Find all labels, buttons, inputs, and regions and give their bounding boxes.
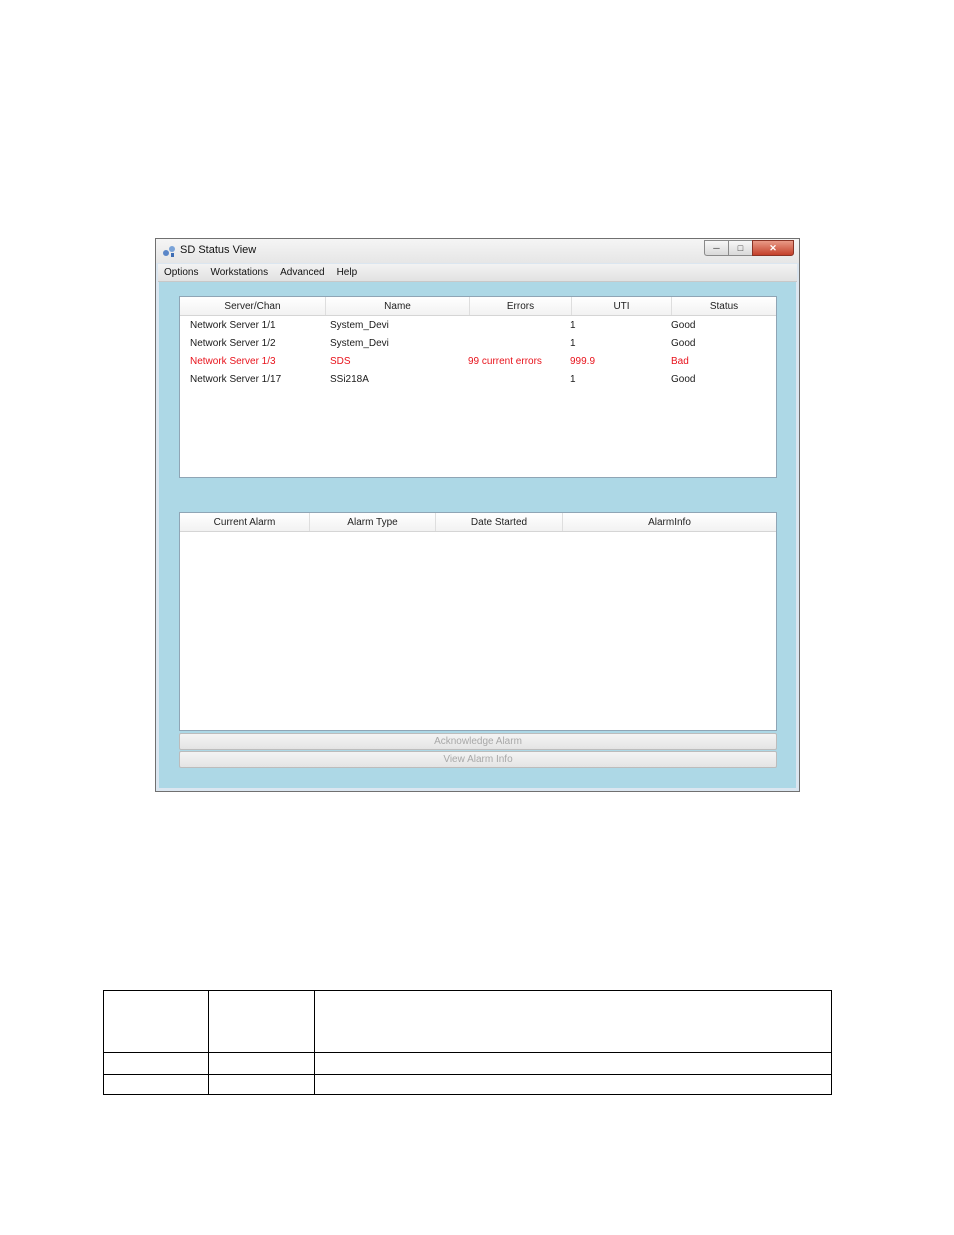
- menu-help[interactable]: Help: [331, 267, 364, 278]
- server-row[interactable]: Network Server 1/17 SSi218A 1 Good: [180, 370, 776, 388]
- column-header-server-chan[interactable]: Server/Chan: [180, 297, 326, 315]
- table-cell: [103, 990, 209, 1053]
- server-row-error[interactable]: Network Server 1/3 SDS 99 current errors…: [180, 352, 776, 370]
- table-cell: [208, 1051, 315, 1075]
- column-header-current-alarm[interactable]: Current Alarm: [180, 513, 310, 531]
- server-list-header: Server/Chan Name Errors UTI Status: [180, 297, 776, 316]
- minimize-icon: ─: [713, 243, 720, 253]
- menu-advanced[interactable]: Advanced: [274, 267, 330, 278]
- table-cell: [103, 1051, 209, 1075]
- column-header-errors[interactable]: Errors: [470, 297, 572, 315]
- acknowledge-alarm-button[interactable]: Acknowledge Alarm: [179, 733, 777, 750]
- status-cell: Good: [671, 373, 696, 385]
- table-cell: [314, 1051, 832, 1075]
- column-header-status[interactable]: Status: [672, 297, 776, 315]
- minimize-button[interactable]: ─: [704, 240, 728, 256]
- name-cell: SDS: [330, 355, 351, 367]
- errors-cell: 99 current errors: [468, 355, 542, 367]
- name-cell: System_Devi: [330, 337, 389, 349]
- uti-cell: 1: [570, 373, 576, 385]
- table-row: [103, 1051, 832, 1075]
- status-cell: Bad: [671, 355, 689, 367]
- table-cell: [314, 990, 832, 1053]
- name-cell: System_Devi: [330, 319, 389, 331]
- table-row: [103, 1073, 832, 1096]
- menu-bar: Options Workstations Advanced Help: [158, 264, 797, 282]
- document-table: [103, 990, 832, 1096]
- server-chan-cell: Network Server 1/17: [190, 373, 282, 385]
- table-cell: [103, 1073, 209, 1096]
- view-alarm-info-button[interactable]: View Alarm Info: [179, 751, 777, 768]
- column-header-uti[interactable]: UTI: [572, 297, 672, 315]
- status-cell: Good: [671, 319, 696, 331]
- server-row[interactable]: Network Server 1/1 System_Devi 1 Good: [180, 316, 776, 334]
- close-button[interactable]: ✕: [752, 240, 794, 256]
- table-cell: [208, 1073, 315, 1096]
- maximize-icon: □: [737, 243, 744, 253]
- menu-options[interactable]: Options: [158, 267, 204, 278]
- table-cell: [208, 990, 315, 1053]
- alarm-list[interactable]: Current Alarm Alarm Type Date Started Al…: [179, 512, 777, 731]
- sd-status-window: SD Status View ─ □ ✕ Options Workstation…: [155, 238, 800, 792]
- window-controls: ─ □ ✕: [704, 240, 794, 257]
- column-header-date-started[interactable]: Date Started: [436, 513, 563, 531]
- maximize-button[interactable]: □: [728, 240, 752, 256]
- uti-cell: 999.9: [570, 355, 596, 367]
- status-cell: Good: [671, 337, 696, 349]
- server-chan-cell: Network Server 1/3: [190, 355, 276, 367]
- uti-cell: 1: [570, 319, 576, 331]
- server-status-list[interactable]: Server/Chan Name Errors UTI Status Netwo…: [179, 296, 777, 478]
- close-icon: ✕: [769, 242, 777, 253]
- app-icon: [163, 246, 175, 257]
- table-row: [103, 990, 832, 1053]
- server-chan-cell: Network Server 1/2: [190, 337, 276, 349]
- title-bar[interactable]: SD Status View ─ □ ✕: [156, 239, 799, 263]
- column-header-alarminfo[interactable]: AlarmInfo: [563, 513, 776, 531]
- uti-cell: 1: [570, 337, 576, 349]
- column-header-name[interactable]: Name: [326, 297, 470, 315]
- name-cell: SSi218A: [330, 373, 369, 385]
- table-cell: [314, 1073, 832, 1096]
- column-header-alarm-type[interactable]: Alarm Type: [310, 513, 436, 531]
- menu-workstations[interactable]: Workstations: [204, 267, 274, 278]
- client-area: Server/Chan Name Errors UTI Status Netwo…: [159, 282, 796, 788]
- window-title: SD Status View: [180, 244, 257, 256]
- server-row[interactable]: Network Server 1/2 System_Devi 1 Good: [180, 334, 776, 352]
- server-chan-cell: Network Server 1/1: [190, 319, 276, 331]
- alarm-list-header: Current Alarm Alarm Type Date Started Al…: [180, 513, 776, 532]
